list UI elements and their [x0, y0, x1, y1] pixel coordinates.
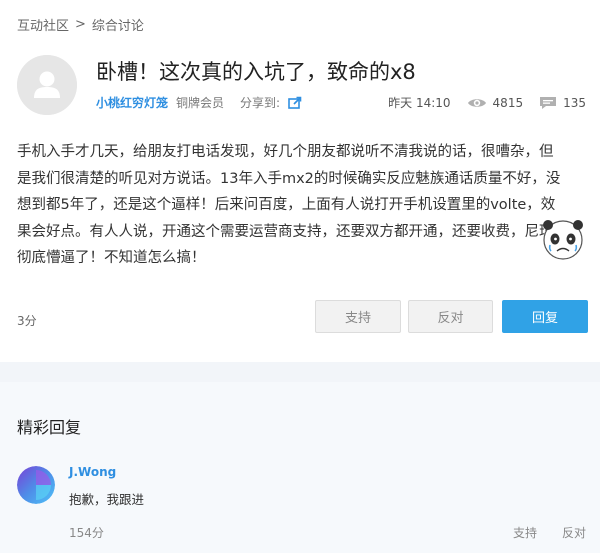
view-count: 4815: [492, 95, 524, 110]
reply-button[interactable]: 回复: [502, 300, 588, 333]
panda-emoji-icon: [543, 220, 583, 260]
section-divider: [0, 362, 600, 382]
default-user-icon: [17, 55, 77, 115]
post-content: 手机入手才几天，给朋友打电话发现，好几个朋友都说听不清我说的话，很嘈杂，但是我们…: [17, 144, 561, 266]
oppose-button[interactable]: 反对: [408, 300, 493, 333]
author-rank: 铜牌会员: [176, 96, 225, 110]
reply-score: 154分: [69, 526, 104, 540]
featured-replies-title: 精彩回复: [17, 418, 82, 437]
breadcrumb: 互动社区 > 综合讨论: [17, 15, 144, 34]
share-label: 分享到:: [240, 96, 281, 110]
comment-icon: [539, 96, 557, 110]
breadcrumb-separator: >: [75, 17, 86, 32]
reply-author-name[interactable]: J.Wong: [69, 465, 116, 479]
author-avatar[interactable]: [17, 55, 77, 115]
reply-author-avatar[interactable]: [17, 466, 55, 504]
share-icon[interactable]: [288, 96, 302, 109]
post-score: 3分: [17, 314, 37, 328]
reply-support-link[interactable]: 支持: [513, 524, 537, 541]
post-meta: 小桃红穷灯笼 铜牌会员 分享到:: [96, 94, 302, 111]
post-stats: 昨天 14:10 4815 135: [388, 94, 586, 111]
reply-text: 抱歉，我跟进: [69, 492, 145, 507]
breadcrumb-root-link[interactable]: 互动社区: [17, 15, 69, 34]
eye-icon: [467, 97, 487, 109]
post-title: 卧槽！这次真的入坑了，致命的x8: [96, 60, 416, 84]
comment-count: 135: [563, 95, 586, 110]
post-time: 昨天 14:10: [388, 96, 451, 110]
support-button[interactable]: 支持: [315, 300, 401, 333]
featured-replies-section: 精彩回复 J.Wong 抱歉，我跟进 154分 支持 反对: [0, 382, 600, 553]
gradient-avatar-icon: [17, 466, 55, 504]
breadcrumb-current-link[interactable]: 综合讨论: [92, 15, 144, 34]
author-name-link[interactable]: 小桃红穷灯笼: [96, 94, 168, 111]
reply-oppose-link[interactable]: 反对: [562, 524, 586, 541]
